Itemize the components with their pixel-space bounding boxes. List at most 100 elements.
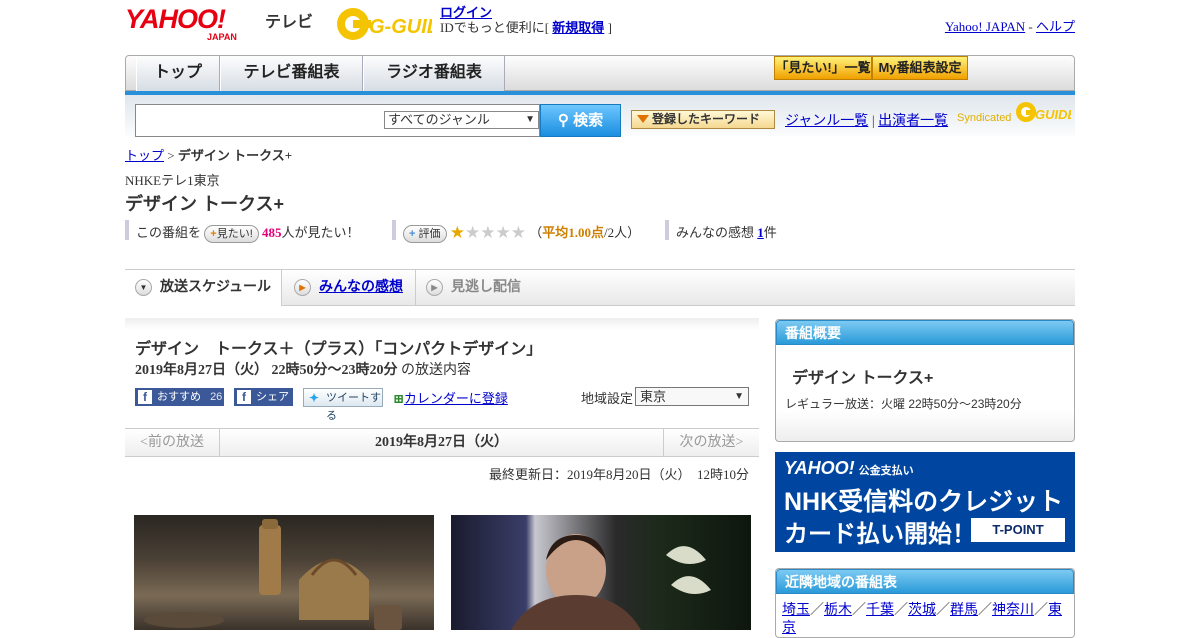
breadcrumb-top[interactable]: トップ: [125, 148, 164, 163]
summary-heading: 番組概要: [776, 320, 1074, 345]
star-filled-icon: ★: [449, 223, 465, 242]
last-updated: 最終更新日：2019年8月20日（火） 12時10分: [488, 467, 749, 482]
calendar-register[interactable]: ⊞カレンダーに登録: [393, 388, 508, 407]
episode-main: デザイン トークス＋（プラス）「コンパクトデザイン」 2019年8月27日（火）…: [125, 318, 759, 630]
region-sep: ／: [936, 603, 950, 618]
gguide-small-icon: GUIDE: [1015, 102, 1076, 122]
tea-set-image: [144, 519, 402, 630]
global-nav: トップ テレビ番組表 ラジオ番組表 「見たい!」一覧 My番組表設定: [125, 55, 1075, 91]
region-sep: ／: [810, 603, 824, 618]
tweet-button[interactable]: ✦ ツイートする: [303, 388, 383, 422]
rating-stars: ★★★★★: [449, 223, 526, 242]
nav-tab-radio[interactable]: ラジオ番組表: [363, 56, 505, 91]
want-button[interactable]: +見たい!: [204, 225, 259, 244]
region-link-gunma[interactable]: 群馬: [950, 603, 978, 618]
program-meta: この番組を +見たい! 485人が見たい！ + 評価 ★★★★★ （平均1.00…: [125, 220, 1075, 244]
want-section: この番組を +見たい! 485人が見たい！: [136, 222, 360, 244]
register-link[interactable]: 新規取得: [552, 20, 604, 35]
service-name[interactable]: テレビ: [265, 8, 313, 32]
episode-image-1: [134, 515, 434, 630]
brand-text: YAHOO!: [125, 4, 226, 34]
tab-schedule-label: 放送スケジュール: [160, 278, 272, 294]
episode-date: 2019年8月27日（火）: [135, 363, 268, 378]
yahoo-logo[interactable]: YAHOO! JAPAN: [125, 4, 265, 43]
genre-list-link[interactable]: ジャンル一覧: [785, 114, 868, 129]
region-sep: ／: [978, 603, 992, 618]
rate-button[interactable]: + 評価: [403, 225, 447, 244]
login-link[interactable]: ログイン: [440, 5, 492, 20]
calendar-link[interactable]: カレンダーに登録: [404, 391, 508, 406]
content-tabs: ▼ 放送スケジュール ▶ みんなの感想 ▶ 見逃し配信: [125, 270, 1075, 306]
rating-average: 平均1.00点: [542, 225, 605, 240]
region-link-saitama[interactable]: 埼玉: [782, 603, 810, 618]
episode-date-suffix: の放送内容: [401, 363, 471, 378]
tab-schedule[interactable]: ▼ 放送スケジュール: [125, 270, 282, 306]
station-name: NHKEテレ1東京: [125, 173, 220, 188]
region-select-value: 東京: [640, 389, 667, 404]
search-link-sep: |: [871, 114, 875, 129]
rating-count: /2人）: [604, 225, 641, 240]
region-select[interactable]: 東京 ▼: [635, 387, 749, 406]
nhk-payment-banner[interactable]: YAHOO! 公金支払い NHK受信料のクレジット カード払い開始！ T-POIN…: [775, 452, 1075, 552]
star-empty-icon: ★: [480, 223, 496, 242]
facebook-share-button[interactable]: f シェア: [234, 388, 293, 406]
prev-broadcast-button[interactable]: <前の放送: [125, 429, 220, 456]
header-link-sep: -: [1028, 19, 1033, 34]
tab-reviews[interactable]: ▶ みんなの感想: [284, 270, 416, 305]
facebook-icon: f: [237, 390, 251, 404]
region-link-ibaraki[interactable]: 茨城: [908, 603, 936, 618]
gguide-text: G-GUIDE: [369, 16, 432, 38]
genre-select-value: すべてのジャンル: [388, 112, 490, 127]
chevron-down-icon: ▼: [135, 279, 152, 296]
banner-line-1: YAHOO! 公金支払い: [784, 458, 914, 479]
star-empty-icon: ★: [495, 223, 511, 242]
tab-vod-label: 見逃し配信: [451, 278, 521, 294]
nav-tab-top[interactable]: トップ: [136, 56, 220, 91]
search-links: ジャンル一覧 | 出演者一覧: [785, 110, 948, 130]
breadcrumb-current: デザイン トークス+: [177, 148, 293, 163]
help-link[interactable]: ヘルプ: [1036, 19, 1075, 34]
syndicated-badge: Syndicated GUIDE: [957, 100, 1076, 124]
keyword-button-label: 登録したキーワード: [652, 112, 761, 126]
nearby-heading: 近隣地域の番組表: [776, 569, 1074, 594]
summary-title: デザイン トークス+: [792, 370, 934, 387]
region-link-chiba[interactable]: 千葉: [866, 603, 894, 618]
facebook-icon: f: [138, 390, 152, 404]
want-button-label: 見たい!: [216, 228, 253, 241]
keyword-button[interactable]: 登録したキーワード: [631, 110, 775, 129]
episode-title: デザイン トークス＋（プラス）「コンパクトデザイン」: [135, 341, 543, 358]
region-link-kanagawa[interactable]: 神奈川: [992, 603, 1034, 618]
chevron-right-icon: ▶: [426, 279, 443, 296]
svg-text:GUIDE: GUIDE: [1035, 107, 1071, 122]
search-button-label: 検索: [573, 112, 604, 129]
yahoo-japan-link[interactable]: Yahoo! JAPAN: [945, 19, 1025, 34]
recommend-label: おすすめ: [157, 391, 201, 403]
recommend-count: 26: [210, 391, 223, 403]
banner-brand: YAHOO!: [784, 458, 855, 478]
want-list-button[interactable]: 「見たい!」一覧: [774, 56, 872, 80]
twitter-bird-icon: ✦: [308, 391, 320, 405]
header-links: Yahoo! JAPAN - ヘルプ: [945, 16, 1075, 35]
next-broadcast-button[interactable]: 次の放送>: [663, 429, 759, 456]
region-sep: ／: [852, 603, 866, 618]
login-promo-end: ]: [607, 20, 612, 35]
summary-schedule: レギュラー放送：火曜 22時50分～23時20分: [785, 397, 1022, 411]
tab-vod[interactable]: ▶ 見逃し配信: [416, 270, 536, 305]
program-summary-box: 番組概要 デザイン トークス+ レギュラー放送：火曜 22時50分～23時20分: [775, 319, 1075, 442]
meta-divider: [392, 220, 396, 240]
genre-select[interactable]: すべてのジャンル ▼: [384, 111, 539, 129]
nearby-links: 埼玉／栃木／千葉／茨城／群馬／神奈川／東京: [782, 602, 1072, 638]
triangle-down-icon: [637, 115, 649, 123]
share-label: シェア: [256, 391, 289, 403]
nav-tab-tv[interactable]: テレビ番組表: [220, 56, 363, 91]
region-label: 地域設定: [581, 391, 634, 406]
broadcast-pager: <前の放送 2019年8月27日（火） 次の放送>: [125, 428, 759, 457]
performer-list-link[interactable]: 出演者一覧: [878, 114, 948, 129]
chevron-down-icon: ▼: [734, 391, 744, 402]
facebook-recommend-button[interactable]: f おすすめ 26: [135, 388, 224, 406]
brand-sub: JAPAN: [207, 32, 237, 42]
search-button[interactable]: ⚲ 検索: [540, 104, 621, 137]
my-settings-button[interactable]: My番組表設定: [872, 56, 968, 80]
region-link-tochigi[interactable]: 栃木: [824, 603, 852, 618]
banner-line-2: NHK受信料のクレジット: [784, 488, 1064, 516]
